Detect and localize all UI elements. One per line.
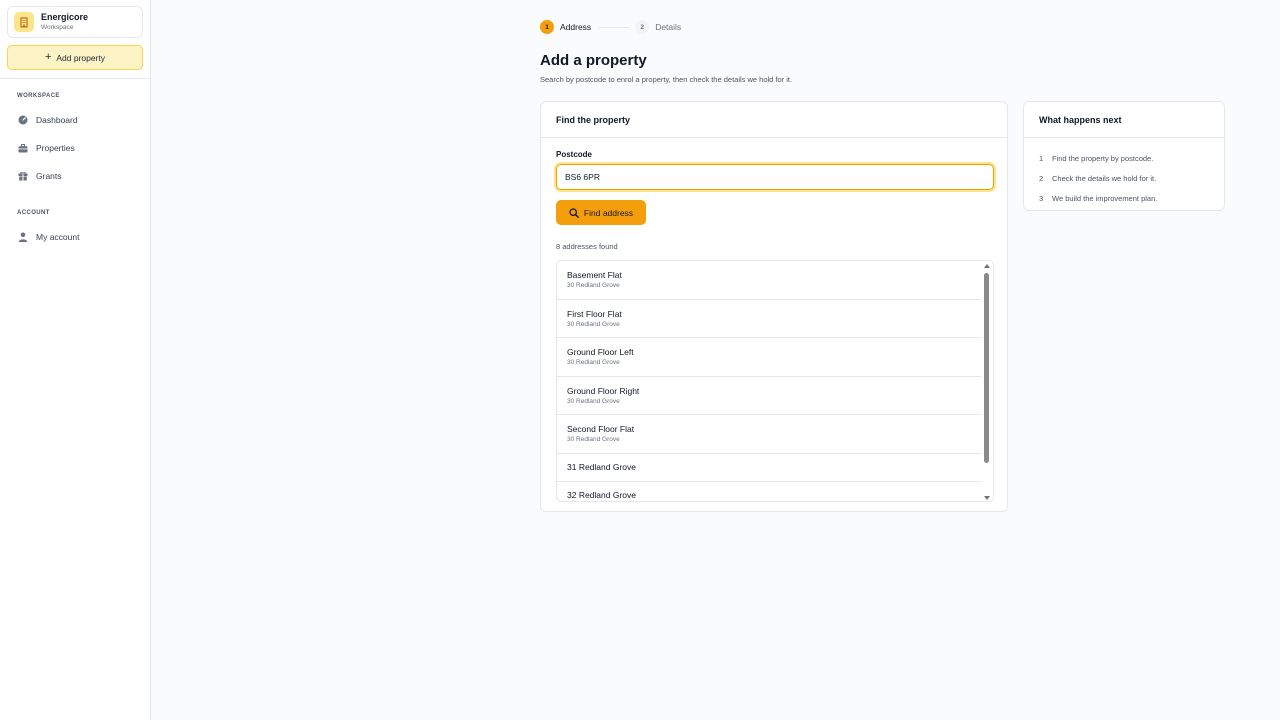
sidebar-item-properties[interactable]: Properties [17,139,142,157]
building-icon [14,12,34,32]
address-title: 32 Redland Grove [567,490,636,500]
page-subtitle: Search by postcode to enrol a property, … [540,75,793,84]
postcode-label: Postcode [556,150,593,159]
address-title: Second Floor Flat [567,424,635,435]
step-number: 3 [1039,193,1044,203]
sidebar-item-label: Grants [36,171,62,181]
gift-icon [17,171,28,182]
address-title: Ground Floor Left [567,347,634,358]
list-item: 3 We build the improvement plan. [1039,188,1224,208]
address-subtitle: 30 Redland Grove [567,282,620,290]
address-subtitle: 30 Redland Grove [567,320,620,328]
sidebar-item-label: Properties [36,143,75,153]
step-text: Find the property by postcode. [1052,153,1154,163]
sidebar-item-my-account[interactable]: My account [17,228,142,246]
address-subtitle: 30 Redland Grove [567,436,620,444]
list-item[interactable]: 32 Redland Grove [557,482,983,502]
address-subtitle: 30 Redland Grove [567,397,620,405]
workspace-subtitle: Workspace [41,23,74,31]
step-2-label[interactable]: Details [655,22,681,32]
list-item: 2 Check the details we hold for it. [1039,168,1224,188]
list-item[interactable]: Ground Floor Right 30 Redland Grove [557,377,983,415]
address-results-list[interactable]: Basement Flat 30 Redland Grove First Flo… [556,260,994,502]
sidebar: Energicore Workspace + Add property WORK… [0,0,151,720]
next-card-header: What happens next [1024,102,1224,138]
address-subtitle: 30 Redland Grove [567,359,620,367]
step-connector [599,26,630,28]
add-property-button[interactable]: + Add property [7,45,143,70]
page-title: Add a property [540,52,647,69]
step-text: Check the details we hold for it. [1052,173,1157,183]
user-icon [17,232,28,243]
step-text: We build the improvement plan. [1052,193,1158,203]
postcode-input[interactable] [556,164,994,190]
list-item[interactable]: Basement Flat 30 Redland Grove [557,261,983,300]
sidebar-item-label: Dashboard [36,115,78,125]
step-1-number: 1 [540,20,554,34]
step-number: 1 [1039,153,1044,163]
address-title: First Floor Flat [567,308,622,319]
stepper: 1 Address 2 Details [540,20,681,34]
what-happens-next-card: What happens next 1 Find the property by… [1023,101,1225,211]
sidebar-item-dashboard[interactable]: Dashboard [17,111,142,129]
search-icon [569,207,579,218]
address-title: Ground Floor Right [567,385,640,396]
list-item: 1 Find the property by postcode. [1039,148,1224,168]
briefcase-icon [17,143,28,154]
list-item[interactable]: Ground Floor Left 30 Redland Grove [557,338,983,377]
list-item[interactable]: Second Floor Flat 30 Redland Grove [557,415,983,454]
sidebar-item-label: My account [36,232,80,242]
find-address-button[interactable]: Find address [556,200,646,225]
step-number: 2 [1039,173,1044,183]
step-1-label[interactable]: Address [560,22,591,32]
list-item[interactable]: First Floor Flat 30 Redland Grove [557,300,983,338]
nav-section-account: ACCOUNT [17,210,50,216]
find-address-label: Find address [583,207,634,218]
workspace-switcher[interactable]: Energicore Workspace [7,6,143,38]
scrollbar-thumb[interactable] [984,273,989,463]
sidebar-item-grants[interactable]: Grants [17,167,142,185]
scroll-up-arrow-icon[interactable] [984,264,990,268]
results-count: 8 addresses found [556,242,618,251]
find-card-header: Find the property [541,102,1007,138]
list-item[interactable]: 31 Redland Grove [557,454,983,482]
address-title: 31 Redland Grove [567,462,636,472]
scroll-down-arrow-icon[interactable] [984,496,990,500]
sidebar-divider [0,78,150,79]
results-scrollbar[interactable] [981,261,993,501]
address-title: Basement Flat [567,270,622,281]
nav-section-workspace: WORKSPACE [17,93,60,99]
plus-icon: + [44,51,52,63]
step-2-number: 2 [635,20,650,34]
find-property-card: Find the property Postcode Find address … [540,101,1008,512]
workspace-name: Energicore [41,11,89,22]
gauge-icon [17,115,28,126]
add-property-label: Add property [56,52,106,63]
